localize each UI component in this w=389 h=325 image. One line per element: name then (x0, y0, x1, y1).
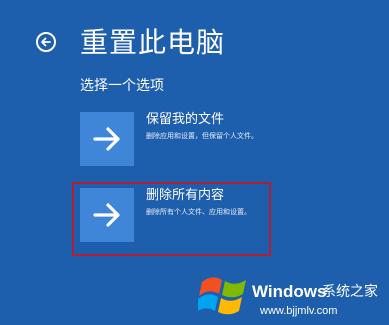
page-subtitle: 选择一个选项 (80, 78, 164, 94)
back-arrow-icon (41, 37, 51, 47)
option-title: 保留我的文件 (146, 112, 225, 127)
windows-logo-icon (198, 277, 246, 315)
selection-highlight-box (72, 182, 271, 256)
watermark-brand: Windows (252, 282, 327, 301)
watermark-url: www.bjjmlv.com (260, 305, 338, 317)
option-description: 删除应用和设置，但保留个人文件。 (146, 132, 258, 140)
watermark-cn-name: 系统之家 (322, 284, 378, 300)
page-title: 重置此电脑 (80, 26, 226, 59)
watermark: Windows 系统之家 www.bjjmlv.com (196, 268, 386, 324)
keep-my-files-option[interactable]: 保留我的文件 删除应用和设置，但保留个人文件。 (80, 112, 266, 166)
keep-files-tile (80, 112, 134, 166)
back-button[interactable] (36, 32, 56, 52)
arrow-right-icon (93, 127, 120, 151)
